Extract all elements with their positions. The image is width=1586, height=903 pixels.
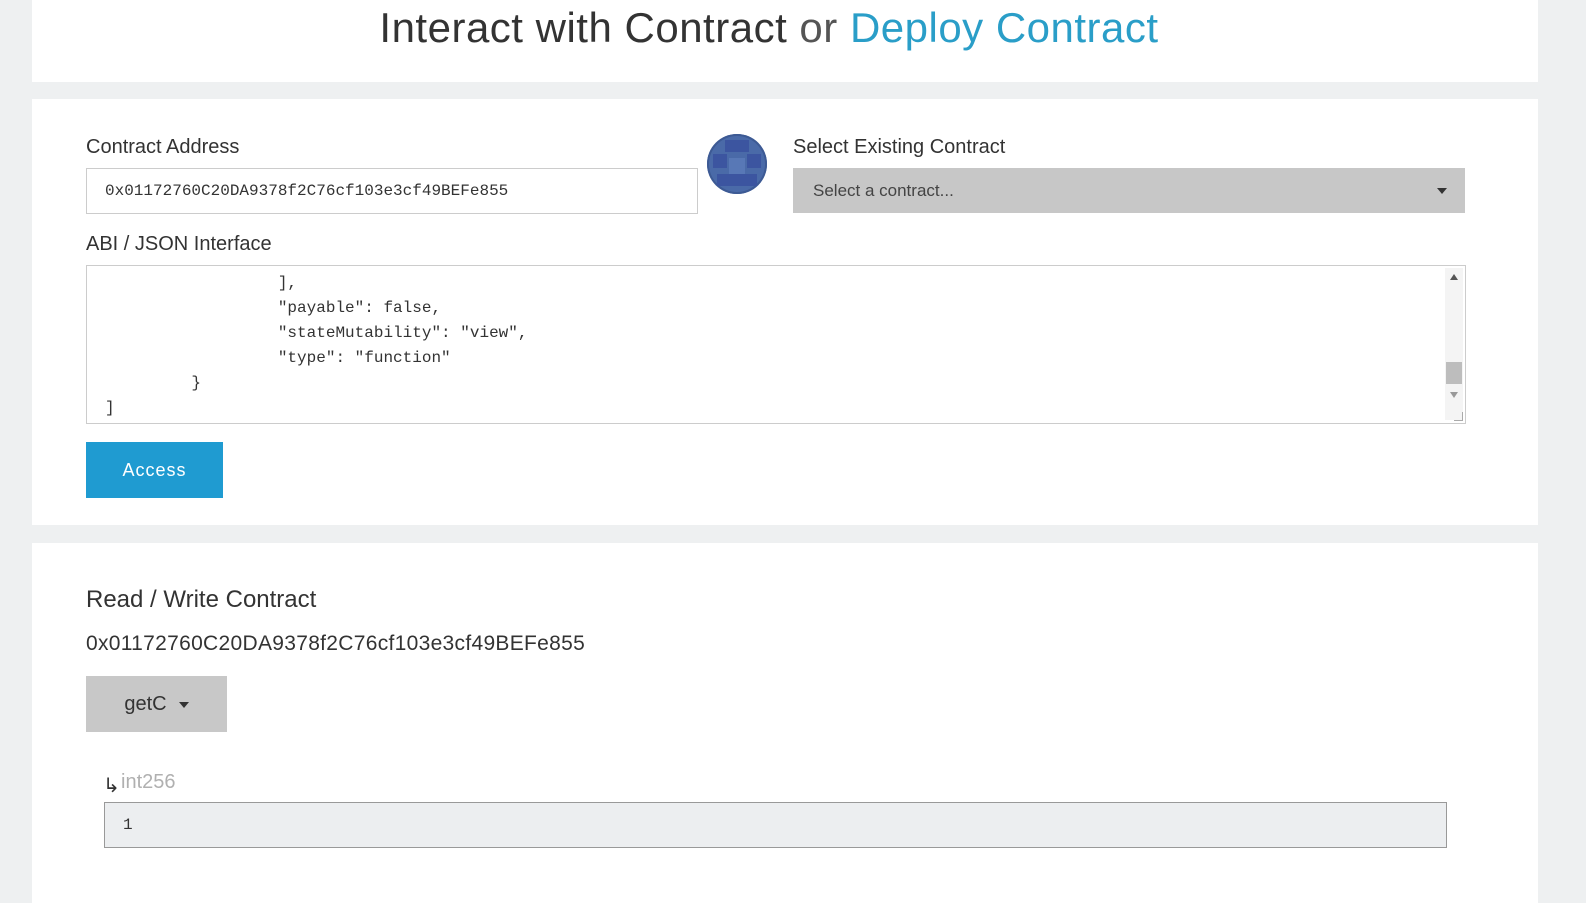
- identicon-avatar: [707, 134, 767, 194]
- abi-code-line: ],: [105, 274, 298, 292]
- select-contract-label: Select Existing Contract: [793, 136, 1006, 158]
- abi-textarea[interactable]: ], "payable": false, "stateMutability": …: [86, 265, 1466, 424]
- scroll-up-icon[interactable]: [1450, 274, 1458, 280]
- scroll-thumb[interactable]: [1446, 362, 1462, 384]
- contract-address-label: Contract Address: [86, 136, 240, 158]
- output-value-field: 1: [104, 802, 1447, 848]
- abi-code-line: "type": "function": [105, 349, 451, 367]
- page-title: Interact with Contract or Deploy Contrac…: [0, 4, 1538, 52]
- read-write-title: Read / Write Contract: [86, 586, 317, 613]
- deploy-contract-link[interactable]: Deploy Contract: [850, 4, 1159, 51]
- chevron-down-icon: [178, 701, 189, 708]
- page-title-main: Interact with Contract: [379, 4, 788, 51]
- abi-code-line: "stateMutability": "view",: [105, 324, 528, 342]
- chevron-down-icon: [1437, 188, 1447, 194]
- page-title-or: or: [799, 4, 838, 51]
- resize-grip-icon[interactable]: [1454, 412, 1463, 421]
- abi-code-line: "payable": false,: [105, 299, 442, 317]
- function-select-dropdown[interactable]: getC: [86, 676, 227, 732]
- contract-address-input[interactable]: 0x01172760C20DA9378f2C76cf103e3cf49BEFe8…: [86, 168, 698, 214]
- select-contract-value: Select a contract...: [813, 181, 954, 200]
- function-select-value: getC: [124, 693, 167, 715]
- select-contract-dropdown[interactable]: Select a contract...: [793, 168, 1465, 213]
- scroll-down-icon[interactable]: [1450, 392, 1458, 398]
- abi-code-line: }: [105, 374, 202, 392]
- access-button[interactable]: Access: [86, 442, 223, 498]
- abi-label: ABI / JSON Interface: [86, 233, 272, 255]
- return-arrow-icon: ↳: [103, 775, 120, 797]
- abi-code-line: ]: [105, 399, 115, 417]
- output-type-label: int256: [121, 771, 176, 793]
- contract-address-display: 0x01172760C20DA9378f2C76cf103e3cf49BEFe8…: [86, 632, 586, 655]
- abi-scrollbar[interactable]: [1445, 268, 1463, 420]
